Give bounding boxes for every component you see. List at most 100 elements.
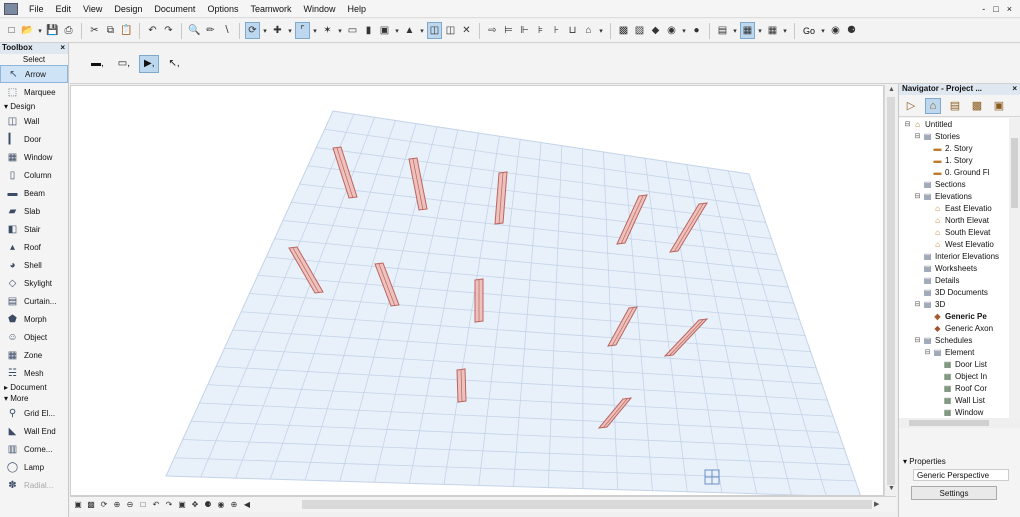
edit-dropdown-icon[interactable]: ▾ xyxy=(597,22,605,39)
x-marker-icon[interactable]: ✕ xyxy=(459,22,474,39)
tree-item[interactable]: ▤ Interior Elevations xyxy=(899,250,1009,262)
horizontal-scroll-thumb[interactable] xyxy=(302,500,872,509)
tree-item[interactable]: ⊟ ▤ 3D xyxy=(899,298,1009,310)
layout-book-icon[interactable]: ▩ xyxy=(969,98,985,114)
menu-teamwork[interactable]: Teamwork xyxy=(244,0,297,18)
tree-item[interactable]: ⌂ South Elevat xyxy=(899,226,1009,238)
menu-view[interactable]: View xyxy=(77,0,108,18)
tree-item[interactable]: ⊟ ▤ Schedules xyxy=(899,334,1009,346)
geometry-method-icon[interactable]: ▶, xyxy=(139,54,160,73)
tool-object[interactable]: ☺ Object xyxy=(0,328,68,346)
3d-render-icon[interactable]: ◉ xyxy=(664,22,679,39)
intersect-icon[interactable]: ⊩ xyxy=(517,22,532,39)
view-map-icon[interactable]: ▤ xyxy=(947,98,963,114)
toolbox-close-icon[interactable]: × xyxy=(60,43,65,54)
stretch-icon[interactable]: ⊔ xyxy=(565,22,580,39)
snap-guide-icon[interactable]: ✚ xyxy=(270,22,285,39)
document-header[interactable]: ▸ Document xyxy=(0,382,68,393)
tool-window[interactable]: ▦ Window xyxy=(0,148,68,166)
syringe-icon[interactable]: ∖ xyxy=(219,22,234,39)
orbit-icon[interactable]: ⟳ xyxy=(245,22,260,39)
navigator-horizontal-scrollbar[interactable] xyxy=(899,418,1020,428)
trace-icon[interactable]: ▮ xyxy=(361,22,376,39)
open-file-icon[interactable]: 📂 xyxy=(20,22,35,39)
tree-item[interactable]: ⌂ North Elevat xyxy=(899,214,1009,226)
tool-marquee[interactable]: ⬚ Marquee xyxy=(0,83,68,101)
menu-window[interactable]: Window xyxy=(297,0,341,18)
zoom-window-icon[interactable]: ▣ xyxy=(176,499,188,511)
wall-opening-icon[interactable]: ◫ xyxy=(443,22,458,39)
design-header[interactable]: ▾ Design xyxy=(0,101,68,112)
tree-item[interactable]: ▦ Door List xyxy=(899,358,1009,370)
maximize-button[interactable]: □ xyxy=(993,4,998,14)
undo-icon[interactable]: ↶ xyxy=(145,22,160,39)
3d-dropdown-icon[interactable]: ▾ xyxy=(680,22,688,39)
floor-slab[interactable] xyxy=(165,110,861,496)
tool-door[interactable]: ▎ Door xyxy=(0,130,68,148)
relative-construction-icon[interactable]: ⌜ xyxy=(295,22,310,39)
tool-morph[interactable]: ⬟ Morph xyxy=(0,310,68,328)
tool-radial-dimension[interactable]: ✽ Radial... xyxy=(0,476,68,494)
lock-icon[interactable]: ▲ xyxy=(402,22,417,39)
previous-zoom-icon[interactable]: ↶ xyxy=(150,499,162,511)
tool-slab[interactable]: ▰ Slab xyxy=(0,202,68,220)
more-header[interactable]: ▾ More xyxy=(0,393,68,404)
window-arrange-icon[interactable]: ▦ xyxy=(765,22,780,39)
tree-expander-icon[interactable]: ⊟ xyxy=(923,348,932,356)
selection-method-icon[interactable]: ▬, xyxy=(86,55,109,73)
redo-icon[interactable]: ↷ xyxy=(161,22,176,39)
tree-expander-icon[interactable]: ⊟ xyxy=(903,120,912,128)
project-map-icon[interactable]: ⌂ xyxy=(925,97,941,114)
paste-icon[interactable]: 📋 xyxy=(119,22,134,39)
pan-icon[interactable]: ✥ xyxy=(189,499,201,511)
cut-icon[interactable]: ✂ xyxy=(87,22,102,39)
tree-expander-icon[interactable]: ⊟ xyxy=(913,192,922,200)
tool-beam[interactable]: ▬ Beam xyxy=(0,184,68,202)
roof-tool-icon[interactable]: ⌂ xyxy=(581,22,596,39)
3d-window-icon[interactable]: ▩ xyxy=(616,22,631,39)
navigator-close-icon[interactable]: × xyxy=(1012,84,1017,95)
globe-icon[interactable]: ◉ xyxy=(828,22,843,39)
tool-corner-window[interactable]: ▥ Corne... xyxy=(0,440,68,458)
lock-dropdown-icon[interactable]: ▾ xyxy=(418,22,426,39)
tree-item[interactable]: ▤ 3D Documents xyxy=(899,286,1009,298)
group-dropdown-icon[interactable]: ▾ xyxy=(393,22,401,39)
layer-icon[interactable]: ▭ xyxy=(345,22,360,39)
tree-item[interactable]: ▬ 0. Ground Fl xyxy=(899,166,1009,178)
menu-document[interactable]: Document xyxy=(148,0,201,18)
snap-dropdown-icon[interactable]: ▾ xyxy=(286,22,294,39)
3d-cutaway-icon[interactable]: ▨ xyxy=(632,22,647,39)
tool-skylight[interactable]: ◇ Skylight xyxy=(0,274,68,292)
gravity-icon[interactable]: ✶ xyxy=(320,22,335,39)
camera-icon[interactable]: ▩ xyxy=(85,499,97,511)
print-icon[interactable]: ⎙ xyxy=(61,22,76,39)
properties-header[interactable]: ▾ Properties xyxy=(899,456,1020,468)
tool-stair[interactable]: ◧ Stair xyxy=(0,220,68,238)
explore-icon[interactable]: ◉ xyxy=(215,499,227,511)
3d-navigation-icon[interactable]: ▣ xyxy=(72,499,84,511)
menu-design[interactable]: Design xyxy=(108,0,148,18)
marquee-shape-icon[interactable]: ▭, xyxy=(113,55,135,73)
tool-arrow[interactable]: ↖ Arrow xyxy=(0,65,68,83)
navigator-hscroll-thumb[interactable] xyxy=(909,420,989,426)
menu-edit[interactable]: Edit xyxy=(50,0,78,18)
tree-item[interactable]: ◆ Generic Axon xyxy=(899,322,1009,334)
app-icon[interactable] xyxy=(4,2,18,15)
scroll-up-icon[interactable]: ▲ xyxy=(888,86,895,93)
tree-item[interactable]: ▤ Sections xyxy=(899,178,1009,190)
tree-item[interactable]: ▬ 2. Story xyxy=(899,142,1009,154)
3d-style-icon[interactable]: ◆ xyxy=(648,22,663,39)
tool-lamp[interactable]: ◯ Lamp xyxy=(0,458,68,476)
save-icon[interactable]: 💾 xyxy=(45,22,60,39)
tree-item[interactable]: ⊟ ▤ Element xyxy=(899,346,1009,358)
vertical-scrollbar[interactable]: ▲ ▼ xyxy=(884,85,896,496)
camera-dropdown-icon[interactable]: ▾ xyxy=(756,22,764,39)
trim-icon[interactable]: ⊦ xyxy=(549,22,564,39)
gravity-dropdown-icon[interactable]: ▾ xyxy=(336,22,344,39)
tree-item[interactable]: ▬ 1. Story xyxy=(899,154,1009,166)
tool-wall[interactable]: ◫ Wall xyxy=(0,112,68,130)
tree-item[interactable]: ⌂ East Elevatio xyxy=(899,202,1009,214)
layout-icon[interactable]: ▤ xyxy=(715,22,730,39)
tool-curtain-wall[interactable]: ▤ Curtain... xyxy=(0,292,68,310)
column-element[interactable] xyxy=(456,368,467,403)
